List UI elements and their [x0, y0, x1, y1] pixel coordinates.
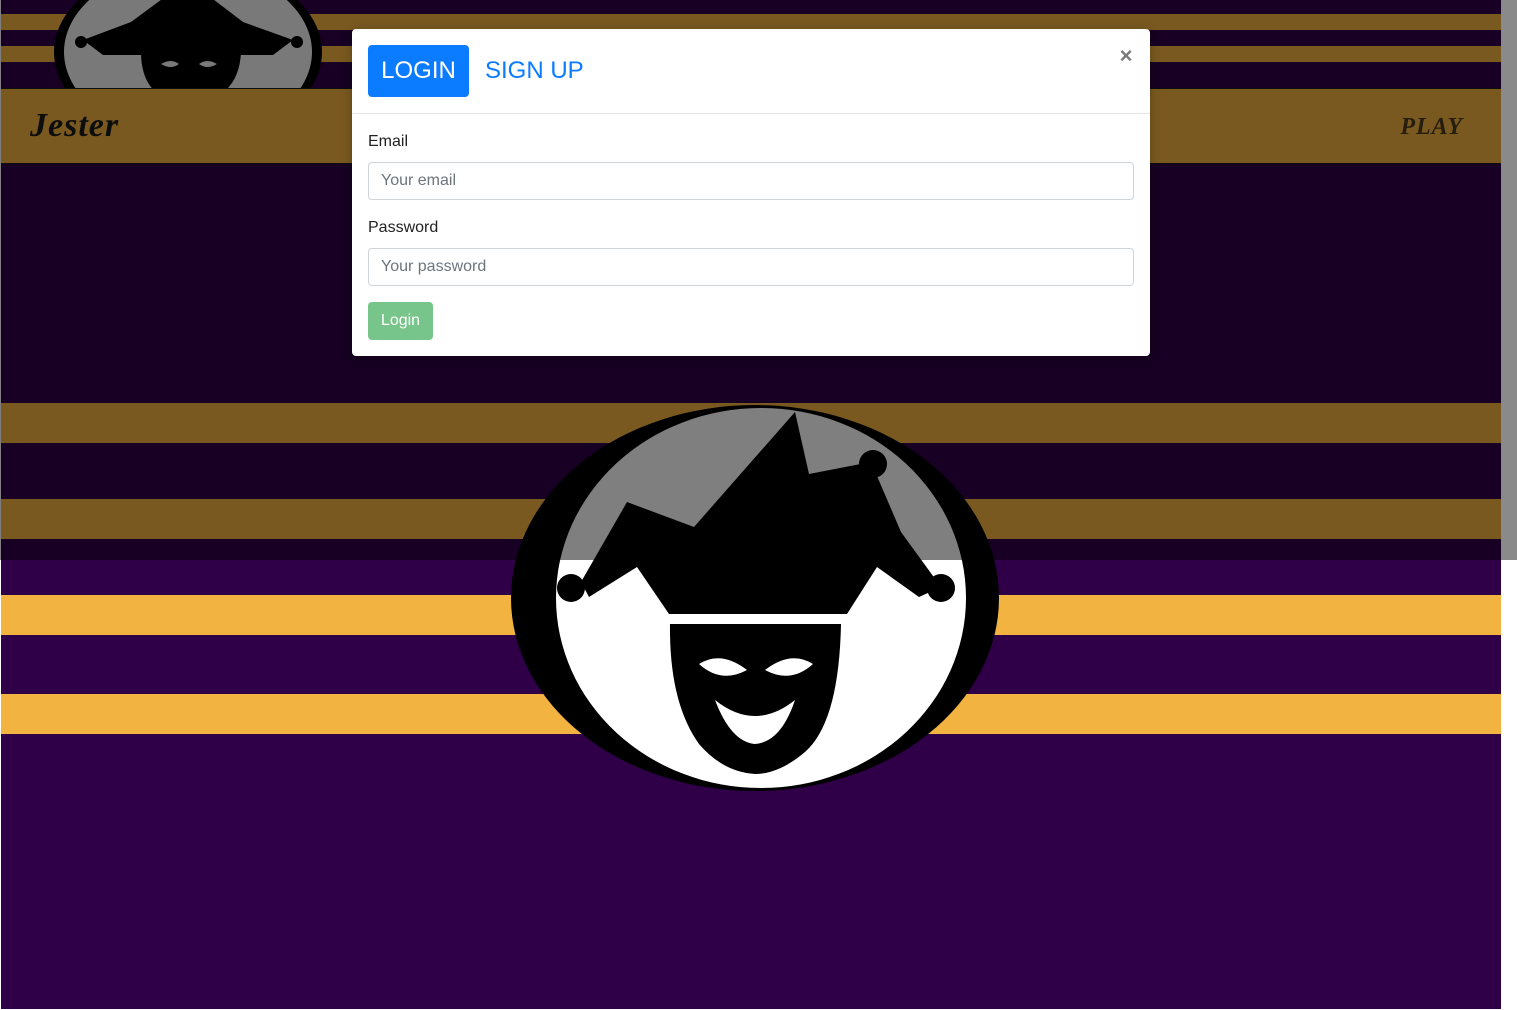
close-icon[interactable]: ×	[1116, 43, 1136, 69]
password-label: Password	[368, 219, 439, 236]
tab-signup[interactable]: SIGN UP	[485, 45, 584, 97]
login-button[interactable]: Login	[368, 302, 433, 340]
app-viewport: Jester PLAY	[0, 0, 1517, 1010]
tab-login[interactable]: LOGIN	[368, 45, 469, 97]
modal-header: LOGIN SIGN UP ×	[352, 29, 1150, 114]
password-field[interactable]	[368, 248, 1134, 286]
scrollbar[interactable]	[1501, 0, 1517, 560]
email-label: Email	[368, 133, 409, 150]
email-field[interactable]	[368, 162, 1134, 200]
login-modal: LOGIN SIGN UP × Email Password Login	[352, 29, 1150, 356]
